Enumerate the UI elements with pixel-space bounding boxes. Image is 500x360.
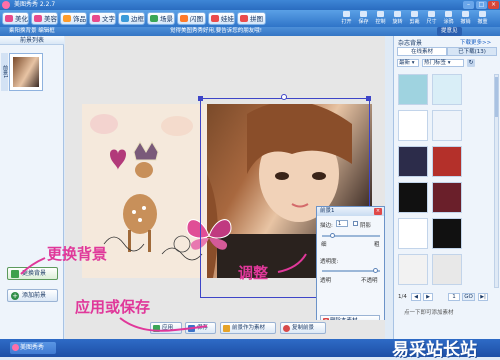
arrow-to-change-bg — [20, 257, 46, 275]
taskbar-app-label: 美图秀秀 — [20, 344, 45, 351]
site-watermark: 易采站长站 — [392, 340, 477, 360]
annotation-arrows — [20, 253, 307, 332]
taskbar-app-button[interactable]: 美图秀秀 — [10, 342, 56, 354]
app-logo-icon — [12, 344, 19, 351]
arrow-to-buttons — [119, 317, 208, 332]
arrow-to-dialog — [277, 253, 307, 273]
